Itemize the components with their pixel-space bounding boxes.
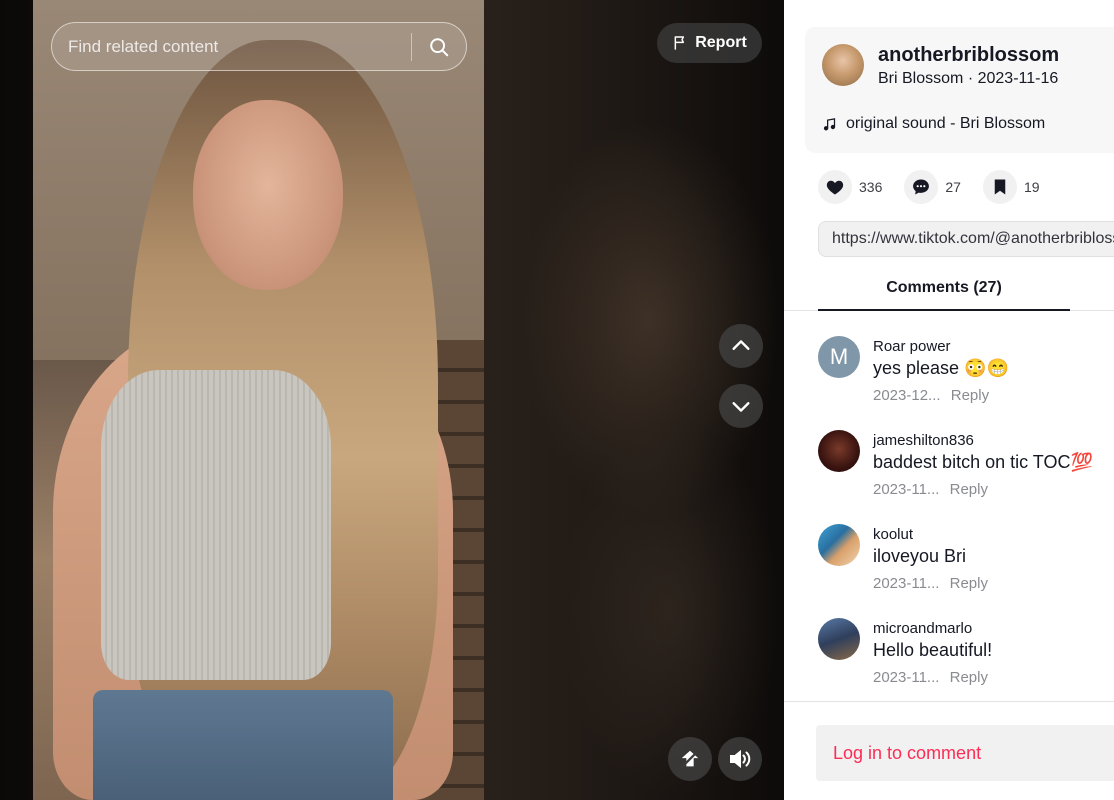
author-meta: Bri Blossom · 2023-11-16 <box>878 70 1058 88</box>
reply-button[interactable]: Reply <box>951 387 989 404</box>
tab-bar: Comments (27) <box>784 266 1114 311</box>
video-subject-jeans <box>93 690 393 800</box>
commenter-avatar[interactable] <box>818 524 860 566</box>
comment-date: 2023-11... <box>873 481 940 498</box>
chevron-up-icon <box>732 340 750 350</box>
comment-list: M Roar power yes please 😳😁 2023-12... Re… <box>818 336 1114 712</box>
report-label: Report <box>695 34 747 51</box>
comment-count: 27 <box>945 179 961 195</box>
search-box <box>51 22 467 71</box>
commenter-avatar[interactable] <box>818 430 860 472</box>
comment-meta: 2023-12... Reply <box>873 387 989 404</box>
floating-player-icon <box>680 749 700 769</box>
commenter-avatar[interactable]: M <box>818 336 860 378</box>
report-button[interactable]: Report <box>657 23 762 63</box>
search-icon <box>430 37 449 56</box>
comment-button[interactable]: 27 <box>904 170 961 204</box>
reply-button[interactable]: Reply <box>950 481 988 498</box>
author-card: anotherbriblossom Bri Blossom · 2023-11-… <box>805 27 1114 153</box>
search-button[interactable] <box>412 23 466 70</box>
like-icon-wrapper <box>818 170 852 204</box>
comment-meta: 2023-11... Reply <box>873 575 988 592</box>
floating-player-button[interactable] <box>668 737 712 781</box>
like-button[interactable]: 336 <box>818 170 882 204</box>
bookmark-icon <box>994 179 1006 195</box>
reply-button[interactable]: Reply <box>950 669 988 686</box>
author-display-name: Bri Blossom <box>878 70 964 87</box>
author-avatar[interactable] <box>822 44 864 86</box>
comment-text: iloveyou Bri <box>873 546 967 566</box>
action-bar: 336 27 19 <box>818 170 1062 204</box>
comment-text: Hello beautiful! <box>873 640 993 660</box>
heart-icon <box>826 180 844 195</box>
post-date: 2023-11-16 <box>977 70 1059 87</box>
flag-icon <box>674 36 685 50</box>
comment-date: 2023-11... <box>873 669 940 686</box>
previous-video-button[interactable] <box>719 324 763 368</box>
volume-button[interactable] <box>718 737 762 781</box>
reply-button[interactable]: Reply <box>950 575 988 592</box>
share-link-field[interactable]: https://www.tiktok.com/@anotherbriblosso… <box>818 221 1114 257</box>
comment-date: 2023-11... <box>873 575 940 592</box>
commenter-avatar[interactable] <box>818 618 860 660</box>
sound-title: original sound - Bri Blossom <box>846 115 1046 132</box>
commenter-username[interactable]: Roar power <box>873 338 951 355</box>
comment-item: jameshilton836 baddest bitch on tic TOC💯… <box>818 430 1114 524</box>
video-player[interactable] <box>33 0 484 800</box>
meta-separator: · <box>967 70 974 87</box>
comment-meta: 2023-11... Reply <box>873 669 988 686</box>
comment-item: koolut iloveyou Bri 2023-11... Reply <box>818 524 1114 618</box>
save-button[interactable]: 19 <box>982 170 1040 204</box>
next-video-button[interactable] <box>719 384 763 428</box>
comment-item: microandmarlo Hello beautiful! 2023-11..… <box>818 618 1114 712</box>
comment-text: baddest bitch on tic TOC💯 <box>873 452 1093 472</box>
commenter-username[interactable]: jameshilton836 <box>873 432 974 449</box>
comment-meta: 2023-11... Reply <box>873 481 988 498</box>
save-count: 19 <box>1023 179 1040 195</box>
details-panel: anotherbriblossom Bri Blossom · 2023-11-… <box>784 0 1114 800</box>
chevron-down-icon <box>732 402 750 412</box>
login-to-comment-button[interactable]: Log in to comment <box>816 725 1114 781</box>
search-input[interactable] <box>52 23 411 70</box>
comment-text: yes please 😳😁 <box>873 358 1009 378</box>
author-username[interactable]: anotherbriblossom <box>878 44 1059 67</box>
comment-item: M Roar power yes please 😳😁 2023-12... Re… <box>818 336 1114 430</box>
comment-footer: Log in to comment <box>784 701 1114 800</box>
avatar-letter: M <box>829 344 849 369</box>
video-subject-top <box>101 370 331 680</box>
video-stage: Report <box>0 0 784 800</box>
comment-date: 2023-12... <box>873 387 941 404</box>
comment-icon-wrapper <box>904 170 939 204</box>
tab-comments[interactable]: Comments (27) <box>818 266 1070 311</box>
commenter-username[interactable]: microandmarlo <box>873 620 972 637</box>
like-count: 336 <box>859 179 883 195</box>
volume-icon <box>730 749 751 769</box>
video-subject-face <box>193 100 343 290</box>
save-icon-wrapper <box>982 170 1017 204</box>
comment-icon <box>913 179 930 195</box>
commenter-username[interactable]: koolut <box>873 526 913 543</box>
sound-link[interactable]: original sound - Bri Blossom <box>822 115 1045 133</box>
music-note-icon <box>823 117 836 130</box>
